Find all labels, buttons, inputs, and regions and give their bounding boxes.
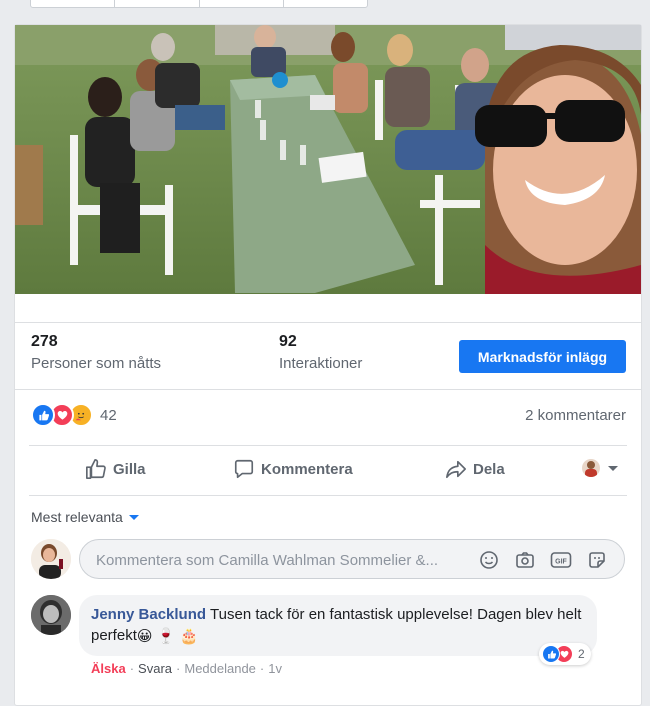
comment-item: Jenny Backlund Tusen tack för en fantasti… — [31, 595, 631, 705]
comment-timestamp[interactable]: 1v — [268, 661, 282, 676]
comment-sort-dropdown[interactable]: Mest relevanta — [31, 509, 139, 525]
reaction-count: 42 — [100, 406, 117, 424]
comment-reaction-count: 2 — [578, 647, 585, 661]
reaction-summary-row: 42 2 kommentarer — [15, 389, 641, 445]
comment-button[interactable]: Kommentera — [233, 458, 353, 480]
reach-label: Personer som nåtts — [31, 355, 162, 372]
separator: · — [259, 661, 265, 676]
comment-label: Kommentera — [261, 460, 353, 478]
like-button[interactable]: Gilla — [85, 458, 146, 480]
separator: · — [176, 661, 181, 676]
love-reaction-link[interactable]: Älska — [91, 661, 126, 676]
wine-emoji: 🍷 — [156, 627, 176, 645]
cake-emoji: 🎂 — [179, 627, 199, 645]
reach-count: 278 — [31, 333, 58, 350]
comment-input[interactable] — [94, 549, 478, 571]
comment-input-wrapper: GIF — [79, 539, 625, 579]
post-card: 278 Personer som nåtts 92 Interaktioner … — [14, 24, 642, 706]
reply-link[interactable]: Svara — [138, 661, 172, 676]
like-icon — [31, 403, 55, 427]
sort-label: Mest relevanta — [31, 509, 123, 525]
avatar — [31, 539, 71, 579]
promote-post-button[interactable]: Marknadsför inlägg — [459, 340, 626, 373]
chevron-down-icon — [608, 465, 618, 471]
top-button-2[interactable] — [115, 0, 200, 7]
post-stats: 278 Personer som nåtts 92 Interaktioner … — [15, 322, 641, 390]
share-button[interactable]: Dela — [445, 458, 505, 480]
gif-icon[interactable]: GIF — [550, 549, 572, 571]
speech-bubble-icon — [234, 459, 254, 479]
top-button-1[interactable] — [31, 0, 116, 7]
top-button-4[interactable] — [284, 0, 367, 7]
comment-meta: Älska · Svara · Meddelande · 1v — [91, 661, 282, 676]
message-link[interactable]: Meddelande — [184, 661, 256, 676]
post-as-selector[interactable] — [582, 459, 618, 477]
comment-author[interactable]: Jenny Backlund — [91, 606, 206, 623]
reach-stat[interactable]: 278 Personer som nåtts — [31, 333, 161, 372]
top-button-3[interactable] — [200, 0, 284, 7]
reaction-summary[interactable]: 42 — [31, 403, 117, 427]
svg-text:GIF: GIF — [555, 559, 567, 566]
chevron-down-icon — [128, 514, 139, 520]
grin-emoji: 😀 — [136, 627, 153, 645]
camera-icon[interactable] — [514, 549, 536, 571]
comment-bubble: Jenny Backlund Tusen tack för en fantasti… — [79, 595, 597, 656]
post-photo[interactable] — [15, 25, 641, 294]
thumbs-up-icon — [86, 459, 106, 479]
share-arrow-icon — [446, 460, 466, 479]
comment-composer: GIF — [31, 537, 627, 581]
emoji-icon[interactable] — [478, 549, 500, 571]
sticker-icon[interactable] — [586, 549, 608, 571]
like-icon — [542, 645, 560, 663]
comment-count-link[interactable]: 2 kommentarer — [525, 407, 626, 424]
engagement-stat[interactable]: 92 Interaktioner — [279, 333, 362, 372]
comment-reaction-badge[interactable]: 2 — [539, 643, 591, 665]
top-button-group — [30, 0, 368, 8]
share-label: Dela — [473, 460, 505, 478]
engagement-label: Interaktioner — [279, 355, 363, 372]
avatar[interactable] — [31, 595, 71, 635]
engagement-count: 92 — [279, 333, 297, 350]
separator: · — [129, 661, 135, 676]
page-avatar — [582, 459, 600, 477]
post-actions: Gilla Kommentera Dela — [29, 445, 627, 496]
like-label: Gilla — [113, 460, 146, 478]
